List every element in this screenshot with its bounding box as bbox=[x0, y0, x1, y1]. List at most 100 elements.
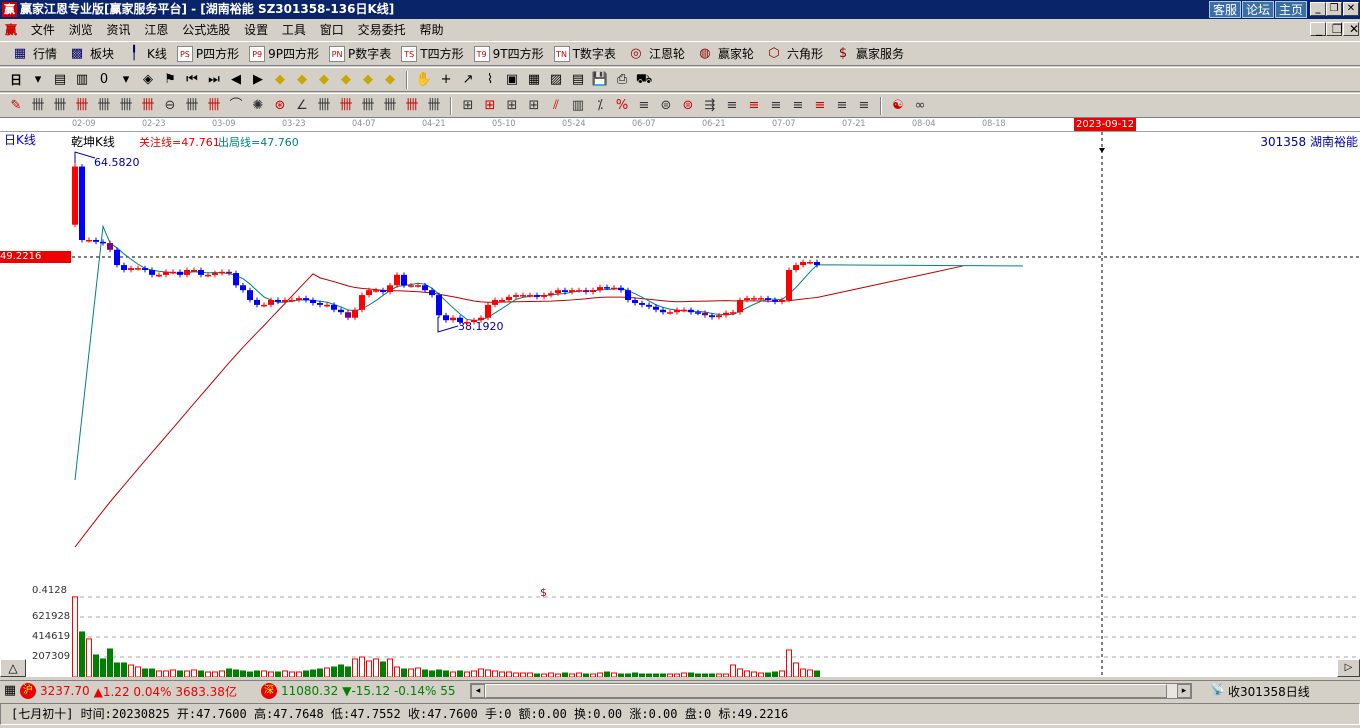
mdi-minimize-button[interactable]: _ bbox=[1310, 22, 1326, 36]
diamond-5-icon[interactable]: ◆ bbox=[358, 71, 378, 89]
angle-icon[interactable]: ∠ bbox=[292, 97, 312, 115]
horizontal-scrollbar[interactable]: ◂ ▸ bbox=[470, 683, 1192, 699]
diamond-4-icon[interactable]: ◆ bbox=[336, 71, 356, 89]
arrow-icon[interactable]: ⇶ bbox=[700, 97, 720, 115]
arc-icon[interactable]: ⌒ bbox=[226, 97, 246, 115]
menu-gann[interactable]: 江恩 bbox=[139, 19, 173, 41]
level-9-icon[interactable]: ≡ bbox=[832, 97, 852, 115]
kline-chart[interactable]: 日K线 乾坤K线 关注线=47.761 出局线=47.760 301358 湖南… bbox=[0, 132, 1360, 677]
pencil-icon[interactable]: ✎ bbox=[6, 97, 26, 115]
fan-icon[interactable]: 卌 bbox=[424, 97, 444, 115]
yinyang-icon[interactable]: ☯ bbox=[888, 97, 908, 115]
fib-6-icon[interactable]: 卌 bbox=[138, 97, 158, 115]
ruler-icon[interactable]: ⌇ bbox=[480, 71, 500, 89]
left-icon[interactable]: ◀ bbox=[226, 71, 246, 89]
cycle-icon[interactable]: 卌 bbox=[358, 97, 378, 115]
toolbar-candles-button[interactable]: ╿ K线 bbox=[120, 45, 171, 63]
grid2-icon[interactable]: ⊞ bbox=[502, 97, 522, 115]
toolbar-ps-button[interactable]: PS P四方形 bbox=[173, 45, 243, 62]
save-icon[interactable]: 💾 bbox=[590, 71, 610, 89]
forum-link[interactable]: 论坛 bbox=[1242, 1, 1275, 18]
mdi-close-button[interactable]: ✕ bbox=[1343, 22, 1359, 36]
infinity-icon[interactable]: ∞ bbox=[910, 97, 930, 115]
mdi-restore-button[interactable]: ❐ bbox=[1326, 22, 1343, 36]
homepage-link[interactable]: 主页 bbox=[1275, 1, 1308, 18]
sq-icon[interactable]: 卌 bbox=[402, 97, 422, 115]
menu-tools[interactable]: 工具 bbox=[277, 19, 311, 41]
menu-help[interactable]: 帮助 bbox=[414, 19, 448, 41]
spiral-icon[interactable]: ⊛ bbox=[270, 97, 290, 115]
toolbar-table-button[interactable]: ▦ 行情 bbox=[6, 45, 61, 63]
gann-box-icon[interactable]: ⊞ bbox=[458, 97, 478, 115]
table2-icon[interactable]: ▤ bbox=[568, 71, 588, 89]
fib-3-icon[interactable]: 卌 bbox=[72, 97, 92, 115]
toolbar-grid-button[interactable]: ▩ 板块 bbox=[63, 45, 118, 63]
grid3-icon[interactable]: ⊞ bbox=[524, 97, 544, 115]
toolbar-ts-button[interactable]: TS T四方形 bbox=[397, 45, 467, 62]
level-3-icon[interactable]: ⊜ bbox=[678, 97, 698, 115]
toolbar-gann-wheel-button[interactable]: ◎ 江恩轮 bbox=[622, 45, 689, 63]
zero-icon[interactable]: 0 bbox=[94, 71, 114, 89]
fib-1-icon[interactable]: 卌 bbox=[28, 97, 48, 115]
star-icon[interactable]: ✺ bbox=[248, 97, 268, 115]
bars-icon[interactable]: 卌 bbox=[182, 97, 202, 115]
level-5-icon[interactable]: ≡ bbox=[744, 97, 764, 115]
menu-window[interactable]: 窗口 bbox=[315, 19, 349, 41]
collapse-button[interactable]: △ bbox=[0, 659, 26, 677]
box-icon[interactable]: 卌 bbox=[204, 97, 224, 115]
toolbar-hexagon-button[interactable]: ⬡ 六角形 bbox=[760, 45, 827, 63]
toolbar-service-button[interactable]: $ 赢家服务 bbox=[829, 45, 908, 63]
calc-icon[interactable]: ▣ bbox=[502, 71, 522, 89]
menu-settings[interactable]: 设置 bbox=[239, 19, 273, 41]
menu-file[interactable]: 文件 bbox=[26, 19, 60, 41]
diamond-3-icon[interactable]: ◆ bbox=[314, 71, 334, 89]
gann-fan-icon[interactable]: ⊞ bbox=[480, 97, 500, 115]
toolbar-winner-wheel-button[interactable]: ◍ 赢家轮 bbox=[691, 45, 758, 63]
toolbar-pn-button[interactable]: PN P数字表 bbox=[325, 45, 395, 62]
menu-news[interactable]: 资讯 bbox=[102, 19, 136, 41]
fib-5-icon[interactable]: 卌 bbox=[116, 97, 136, 115]
truck-icon[interactable]: ⛟ bbox=[634, 71, 654, 89]
toolbar-p9-button[interactable]: P9 9P四方形 bbox=[245, 45, 323, 62]
scroll-right-button[interactable]: ▷ bbox=[1337, 659, 1360, 677]
print-icon[interactable]: ⎙ bbox=[612, 71, 632, 89]
minimize-button[interactable]: _ bbox=[1310, 2, 1326, 16]
level-1-icon[interactable]: ≡ bbox=[634, 97, 654, 115]
vol-icon[interactable]: 卌 bbox=[314, 97, 334, 115]
toolbar-t9-button[interactable]: T9 9T四方形 bbox=[470, 45, 548, 62]
fib-2-icon[interactable]: 卌 bbox=[50, 97, 70, 115]
circle-icon[interactable]: ⊖ bbox=[160, 97, 180, 115]
toolbar-tn-button[interactable]: TN T数字表 bbox=[550, 45, 620, 62]
menu-browse[interactable]: 浏览 bbox=[64, 19, 98, 41]
level-8-icon[interactable]: ≡ bbox=[810, 97, 830, 115]
customer-service-link[interactable]: 客服 bbox=[1209, 1, 1242, 18]
calendar-icon[interactable]: ▦ bbox=[524, 71, 544, 89]
chart-icon[interactable]: ▥ bbox=[568, 97, 588, 115]
scroll-thumb[interactable] bbox=[485, 684, 1167, 698]
fib-4-icon[interactable]: 卌 bbox=[94, 97, 114, 115]
close-button[interactable]: ✕ bbox=[1343, 2, 1359, 16]
right-icon[interactable]: ▶ bbox=[248, 71, 268, 89]
percent-tool-icon[interactable]: ⁒ bbox=[590, 97, 610, 115]
level-6-icon[interactable]: ≡ bbox=[766, 97, 786, 115]
scroll-left-arrow[interactable]: ◂ bbox=[471, 684, 485, 698]
line-tool-icon[interactable]: ↗ bbox=[458, 71, 478, 89]
chart-type-icon[interactable]: ▥ bbox=[72, 71, 92, 89]
period-dropdown-icon[interactable]: ▾ bbox=[28, 71, 48, 89]
scroll-right-arrow[interactable]: ▸ bbox=[1177, 684, 1191, 698]
diamond-1-icon[interactable]: ◆ bbox=[270, 71, 290, 89]
weight-icon[interactable]: ◈ bbox=[138, 71, 158, 89]
level-4-icon[interactable]: ≡ bbox=[722, 97, 742, 115]
time-icon[interactable]: 卌 bbox=[336, 97, 356, 115]
crosshair-icon[interactable]: + bbox=[436, 71, 456, 89]
diamond-2-icon[interactable]: ◆ bbox=[292, 71, 312, 89]
menu-trade[interactable]: 交易委托 bbox=[353, 19, 411, 41]
table-icon[interactable]: ▦ bbox=[0, 682, 20, 700]
period-select[interactable]: 日 bbox=[6, 71, 26, 88]
percent-icon[interactable]: % bbox=[612, 97, 632, 115]
lines-icon[interactable]: 卌 bbox=[380, 97, 400, 115]
stats-icon[interactable]: ▤ bbox=[50, 71, 70, 89]
restore-button[interactable]: ❐ bbox=[1326, 2, 1342, 16]
menu-formula[interactable]: 公式选股 bbox=[177, 19, 235, 41]
level-10-icon[interactable]: ≡ bbox=[854, 97, 874, 115]
